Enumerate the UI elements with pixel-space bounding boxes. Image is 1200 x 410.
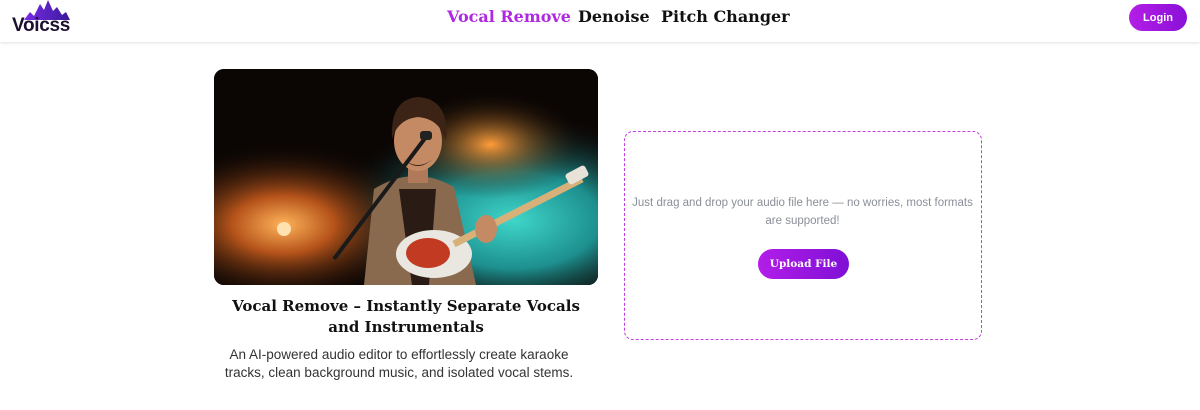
hero-title: Vocal Remove – Instantly Separate Vocals… xyxy=(232,297,580,336)
hero-image xyxy=(214,69,598,285)
main-nav: Vocal Remove Denoise Pitch Changer xyxy=(0,0,1200,36)
top-header: Voicss Vocal Remove Denoise Pitch Change… xyxy=(0,0,1200,42)
guitarist-photo-icon xyxy=(214,69,598,285)
hero-description: An AI-powered audio editor to effortless… xyxy=(224,347,574,380)
upload-dropzone[interactable]: Just drag and drop your audio file here … xyxy=(624,131,982,340)
nav-item-vocal-remove[interactable]: Vocal Remove xyxy=(447,7,571,26)
upload-hint: Just drag and drop your audio file here … xyxy=(632,197,973,227)
login-button[interactable]: Login xyxy=(1129,4,1187,31)
nav-item-denoise[interactable]: Denoise xyxy=(578,7,650,26)
nav-item-pitch-changer[interactable]: Pitch Changer xyxy=(661,7,790,26)
upload-file-button[interactable]: Upload File xyxy=(758,249,849,279)
